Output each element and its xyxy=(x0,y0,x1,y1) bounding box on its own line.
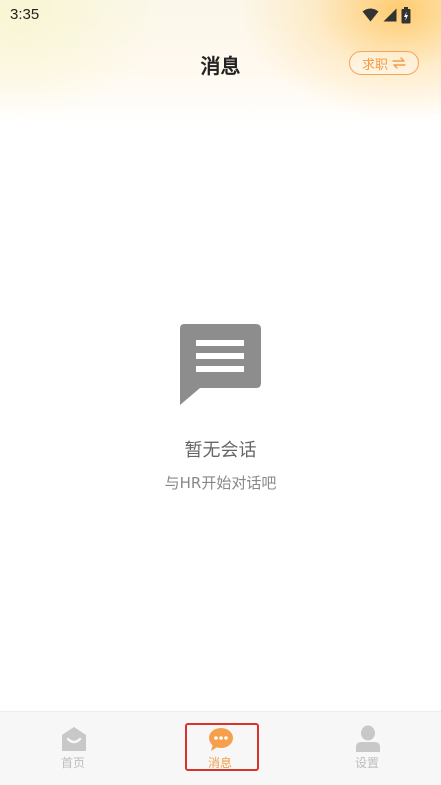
empty-state-subtitle: 与HR开始对话吧 xyxy=(164,474,277,492)
switch-role-button[interactable]: 求职 xyxy=(349,51,419,75)
chat-bubble-icon xyxy=(209,728,233,751)
battery-icon xyxy=(401,6,411,23)
tab-home[interactable]: 首页 xyxy=(13,712,133,785)
header: 消息 求职 xyxy=(0,40,441,90)
message-bubble-icon xyxy=(180,324,261,405)
home-icon xyxy=(62,727,86,751)
swap-arrows-icon xyxy=(392,57,406,69)
wifi-icon xyxy=(362,8,379,22)
person-icon xyxy=(356,725,380,752)
tab-settings[interactable]: 设置 xyxy=(307,712,427,785)
switch-role-label: 求职 xyxy=(361,57,388,73)
status-icons xyxy=(362,6,411,24)
tab-messages[interactable]: 消息 xyxy=(160,712,280,785)
bottom-tab-bar: 首页 消息 设置 xyxy=(0,711,441,785)
status-bar: 3:35 xyxy=(0,0,441,30)
empty-state-title: 暂无会话 xyxy=(184,440,257,461)
tab-home-label: 首页 xyxy=(60,756,85,770)
tab-settings-label: 设置 xyxy=(354,756,379,770)
tab-messages-label: 消息 xyxy=(207,756,232,770)
signal-icon xyxy=(383,8,397,22)
status-time: 3:35 xyxy=(10,6,40,23)
